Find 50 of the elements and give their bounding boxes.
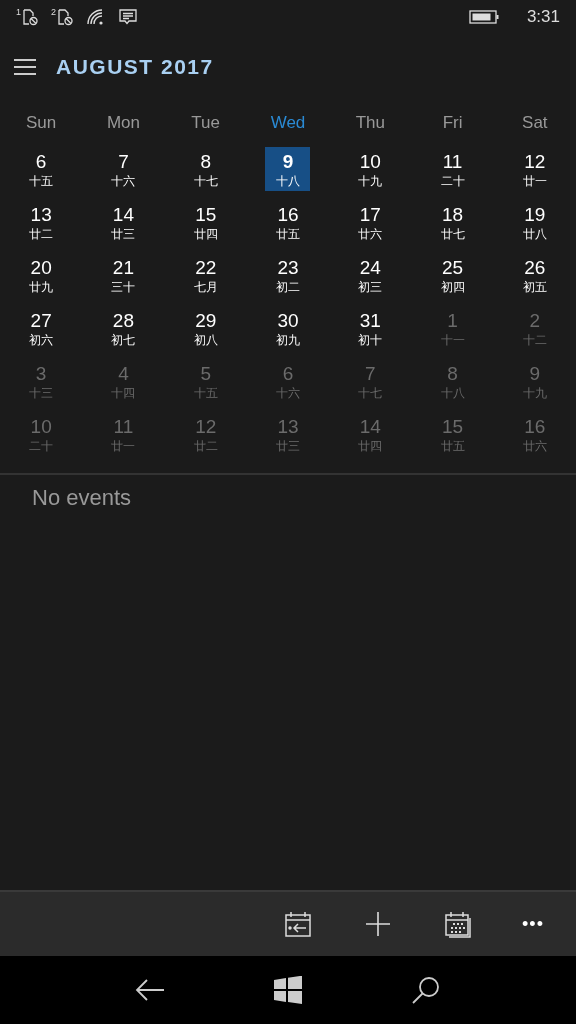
plus-icon [365,911,391,937]
day-cell[interactable]: 31 初十 [347,306,393,350]
day-cell[interactable]: 23 初二 [265,253,311,297]
sim-blocked-icon [21,8,39,26]
day-cell[interactable]: 10 十九 [347,147,393,191]
day-cell[interactable]: 29 初八 [183,306,229,350]
sim-number: 2 [51,8,57,17]
back-icon[interactable] [134,978,165,1002]
no-events-text: No events [32,484,133,512]
more-button[interactable]: ••• [498,899,568,949]
day-cell[interactable]: 26 初五 [512,253,558,297]
sim-number: 1 [16,8,21,17]
day-cell[interactable]: 14 廿三 [100,200,146,244]
day-cell[interactable]: 27 初六 [18,306,64,350]
day-cell[interactable]: 19 廿八 [512,200,558,244]
day-cell[interactable]: 20 廿九 [18,253,64,297]
day-cell[interactable]: 28 初七 [100,306,146,350]
day-cell[interactable]: 18 廿七 [430,200,476,244]
weekday-label: Mon [105,112,141,135]
day-cell[interactable]: 24 初三 [347,253,393,297]
day-cell[interactable]: 9 十八 [265,147,311,191]
day-cell[interactable]: 12 廿一 [512,147,558,191]
day-cell[interactable]: 22 七月 [183,253,229,297]
weekday-label: Thu [354,112,386,135]
day-cell[interactable]: 30 初九 [265,306,311,350]
battery-icon [468,9,499,25]
day-cell[interactable]: 7 十六 [100,147,146,191]
weekday-label: Sat [521,112,549,135]
month-title[interactable]: AUGUST 2017 [56,51,214,83]
menu-button[interactable] [14,59,36,75]
day-cell[interactable]: 21 三十 [100,253,146,297]
day-cell[interactable]: 17 廿六 [347,200,393,244]
message-icon [118,8,139,26]
day-cell[interactable]: 25 初四 [430,253,476,297]
day-cell[interactable]: 15 廿四 [183,200,229,244]
day-cell[interactable]: 16 廿五 [265,200,311,244]
calendar-grid-icon [444,910,472,938]
calendar-arrow-icon [284,910,312,938]
weekday-label: Sun [25,112,58,135]
day-cell[interactable]: 8 十七 [183,147,229,191]
weekday-label: Wed [269,112,307,135]
clock-time: 3:31 [526,6,560,29]
weekday-label: Tue [190,112,222,135]
day-cell[interactable]: 6 十五 [18,147,64,191]
weekday-label: Fri [441,112,464,135]
search-icon[interactable] [411,975,442,1005]
windows-logo-icon[interactable] [274,976,302,1004]
day-cell[interactable]: 13 廿二 [18,200,64,244]
sim-blocked-icon [56,8,75,26]
day-cell[interactable]: 11 二十 [430,147,476,191]
